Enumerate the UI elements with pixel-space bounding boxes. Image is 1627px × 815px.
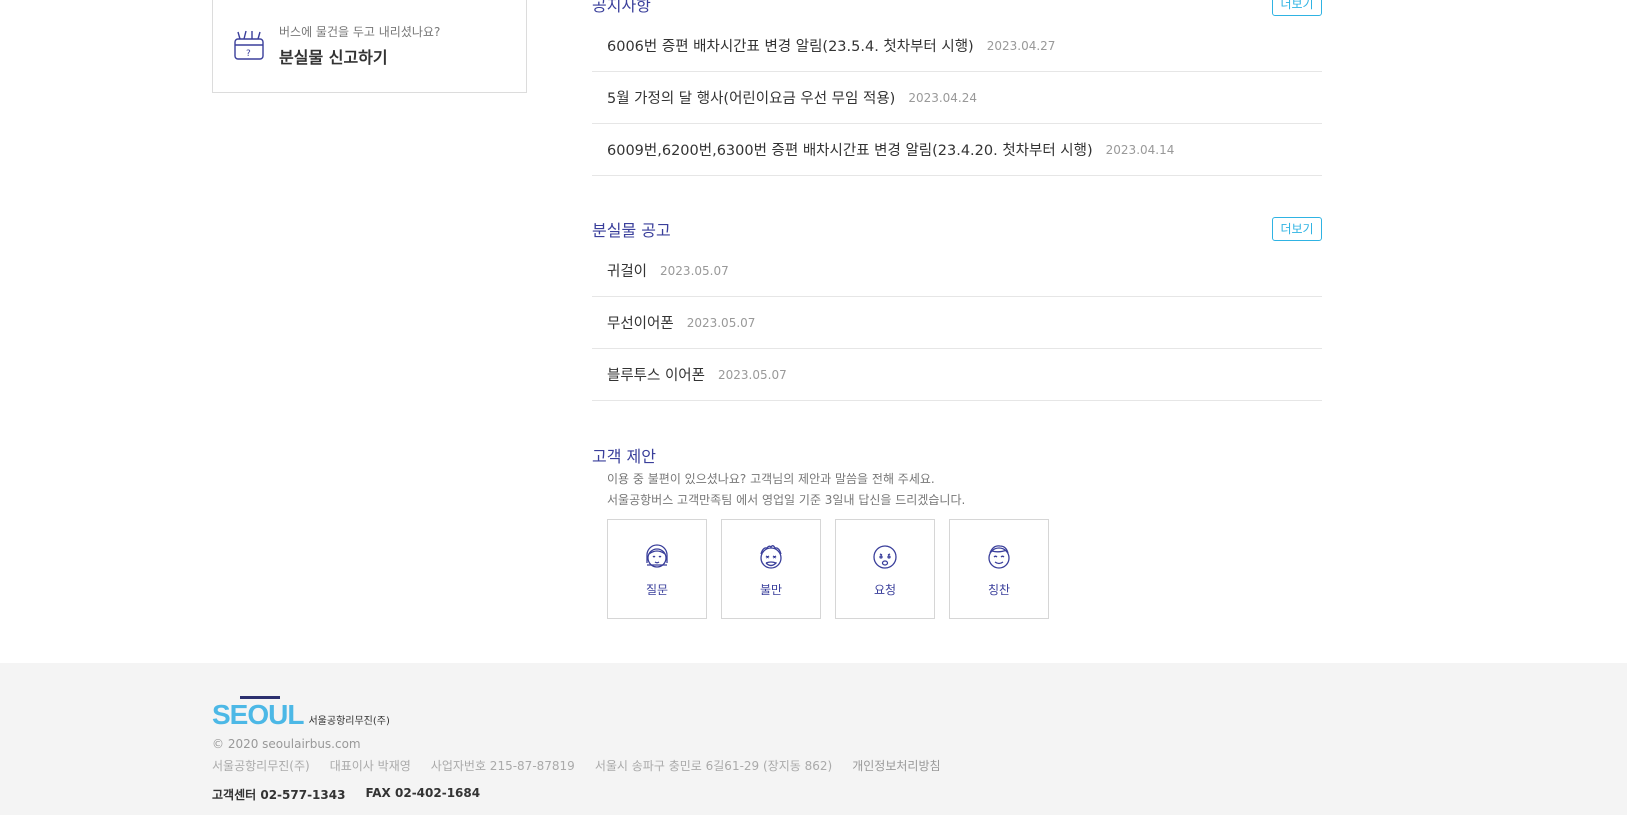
ceo-name: 대표이사 박재영: [329, 759, 411, 773]
suggestion-title: 고객 제안: [592, 447, 656, 466]
lost-notice-title: 분실물 공고: [592, 221, 671, 240]
lost-notice-item-date: 2023.05.07: [718, 367, 787, 382]
notice-section: 공지사항 더보기 6006번 증편 배차시간표 변경 알림(23.5.4. 첫차…: [592, 0, 1322, 176]
lost-notice-item-date: 2023.05.07: [686, 315, 756, 330]
footer-inner: SEOUL 서울공항리무진(주) © 2020 seoulairbus.com …: [212, 696, 941, 803]
suggestion-description: 이용 중 불편이 있으셨나요? 고객님의 제안과 말씀을 전해 주세요. 서울공…: [592, 469, 1322, 511]
question-label: 질문: [645, 582, 669, 597]
notice-more-button[interactable]: 더보기: [1272, 0, 1322, 16]
notice-item-title: 6009번,6200번,6300번 증편 배차시간표 변경 알림(23.4.20…: [607, 143, 1093, 159]
customer-center-phone: 고객센터 02-577-1343: [212, 788, 346, 802]
logo-wordmark: SEOUL: [212, 696, 304, 730]
privacy-policy-link[interactable]: 개인정보처리방침: [852, 757, 940, 774]
suggestion-desc-line: 이용 중 불편이 있으셨나요? 고객님의 제안과 말씀을 전해 주세요.: [607, 472, 935, 486]
lost-notice-section: 분실물 공고 더보기 귀걸이 2023.05.07 무선이어폰 2023.05.…: [592, 217, 1322, 401]
notice-item-date: 2023.04.14: [1105, 142, 1175, 157]
company-info: 서울공항리무진(주) 대표이사 박재영 사업자번호 215-87-87819 서…: [212, 757, 941, 774]
suggestion-section: 고객 제안 이용 중 불편이 있으셨나요? 고객님의 제안과 말씀을 전해 주세…: [592, 443, 1322, 619]
praise-face-icon: [983, 541, 1015, 573]
svg-text:?: ?: [246, 49, 251, 59]
notice-item-title: 5월 가정의 달 행사(어린이요금 우선 무임 적용): [607, 91, 896, 107]
lost-report-title: 분실물 신고하기: [279, 47, 388, 67]
lost-notice-list: 귀걸이 2023.05.07 무선이어폰 2023.05.07 블루투스 이어폰…: [592, 245, 1322, 401]
complaint-label: 불만: [759, 582, 783, 597]
lost-notice-item-title: 블루투스 이어폰: [607, 368, 705, 384]
footer-logo[interactable]: SEOUL 서울공항리무진(주): [212, 696, 941, 730]
lost-notice-header: 분실물 공고 더보기: [592, 217, 1322, 245]
lost-item-report-card[interactable]: ? 버스에 물건을 두고 내리셨나요? 분실물 신고하기: [212, 0, 527, 93]
fax-number: FAX 02-402-1684: [365, 786, 481, 800]
lost-report-subtitle: 버스에 물건을 두고 내리셨나요?: [279, 24, 441, 39]
request-button[interactable]: 요청: [835, 519, 935, 619]
copyright: © 2020 seoulairbus.com: [212, 737, 361, 751]
praise-button[interactable]: 칭찬: [949, 519, 1049, 619]
lost-notice-item[interactable]: 귀걸이 2023.05.07: [592, 245, 1322, 297]
notice-item-title: 6006번 증편 배차시간표 변경 알림(23.5.4. 첫차부터 시행): [607, 39, 974, 55]
lost-notice-item-date: 2023.05.07: [660, 263, 729, 278]
notice-item[interactable]: 6006번 증편 배차시간표 변경 알림(23.5.4. 첫차부터 시행) 20…: [592, 20, 1322, 72]
lost-notice-item-title: 귀걸이: [607, 264, 648, 280]
lost-notice-item[interactable]: 블루투스 이어폰 2023.05.07: [592, 349, 1322, 401]
notice-header: 공지사항 더보기: [592, 0, 1322, 20]
notice-item[interactable]: 6009번,6200번,6300번 증편 배차시간표 변경 알림(23.4.20…: [592, 124, 1322, 176]
request-label: 요청: [873, 582, 897, 597]
complaint-button[interactable]: 불만: [721, 519, 821, 619]
notice-item-date: 2023.04.24: [908, 90, 978, 105]
complaint-face-icon: [755, 541, 787, 573]
lost-notice-item-title: 무선이어폰: [607, 316, 674, 332]
notice-title: 공지사항: [592, 0, 651, 15]
contact-info: 고객센터 02-577-1343 FAX 02-402-1684: [212, 786, 941, 803]
logo-company-name: 서울공항리무진(주): [308, 716, 390, 727]
lost-notice-more-button[interactable]: 더보기: [1272, 217, 1322, 241]
lost-notice-item[interactable]: 무선이어폰 2023.05.07: [592, 297, 1322, 349]
company-address: 서울시 송파구 충민로 6길61-29 (장지동 862): [594, 759, 833, 773]
lost-item-box-icon: ?: [231, 27, 267, 63]
suggestion-desc-line: 서울공항버스 고객만족팀 에서 영업일 기준 3일내 답신을 드리겠습니다.: [607, 493, 966, 507]
notice-list: 6006번 증편 배차시간표 변경 알림(23.5.4. 첫차부터 시행) 20…: [592, 20, 1322, 176]
question-button[interactable]: 질문: [607, 519, 707, 619]
request-face-icon: [869, 541, 901, 573]
page: ? 버스에 물건을 두고 내리셨나요? 분실물 신고하기 공지사항 더보기 60…: [0, 0, 1627, 815]
suggestion-buttons: 질문 불만 요청 칭찬: [592, 519, 1322, 619]
company-name: 서울공항리무진(주): [212, 759, 310, 773]
praise-label: 칭찬: [987, 582, 1011, 597]
question-face-icon: [641, 541, 673, 573]
notice-item-date: 2023.04.27: [986, 38, 1056, 53]
business-number: 사업자번호 215-87-87819: [430, 759, 575, 773]
footer: SEOUL 서울공항리무진(주) © 2020 seoulairbus.com …: [0, 663, 1627, 815]
notice-item[interactable]: 5월 가정의 달 행사(어린이요금 우선 무임 적용) 2023.04.24: [592, 72, 1322, 124]
